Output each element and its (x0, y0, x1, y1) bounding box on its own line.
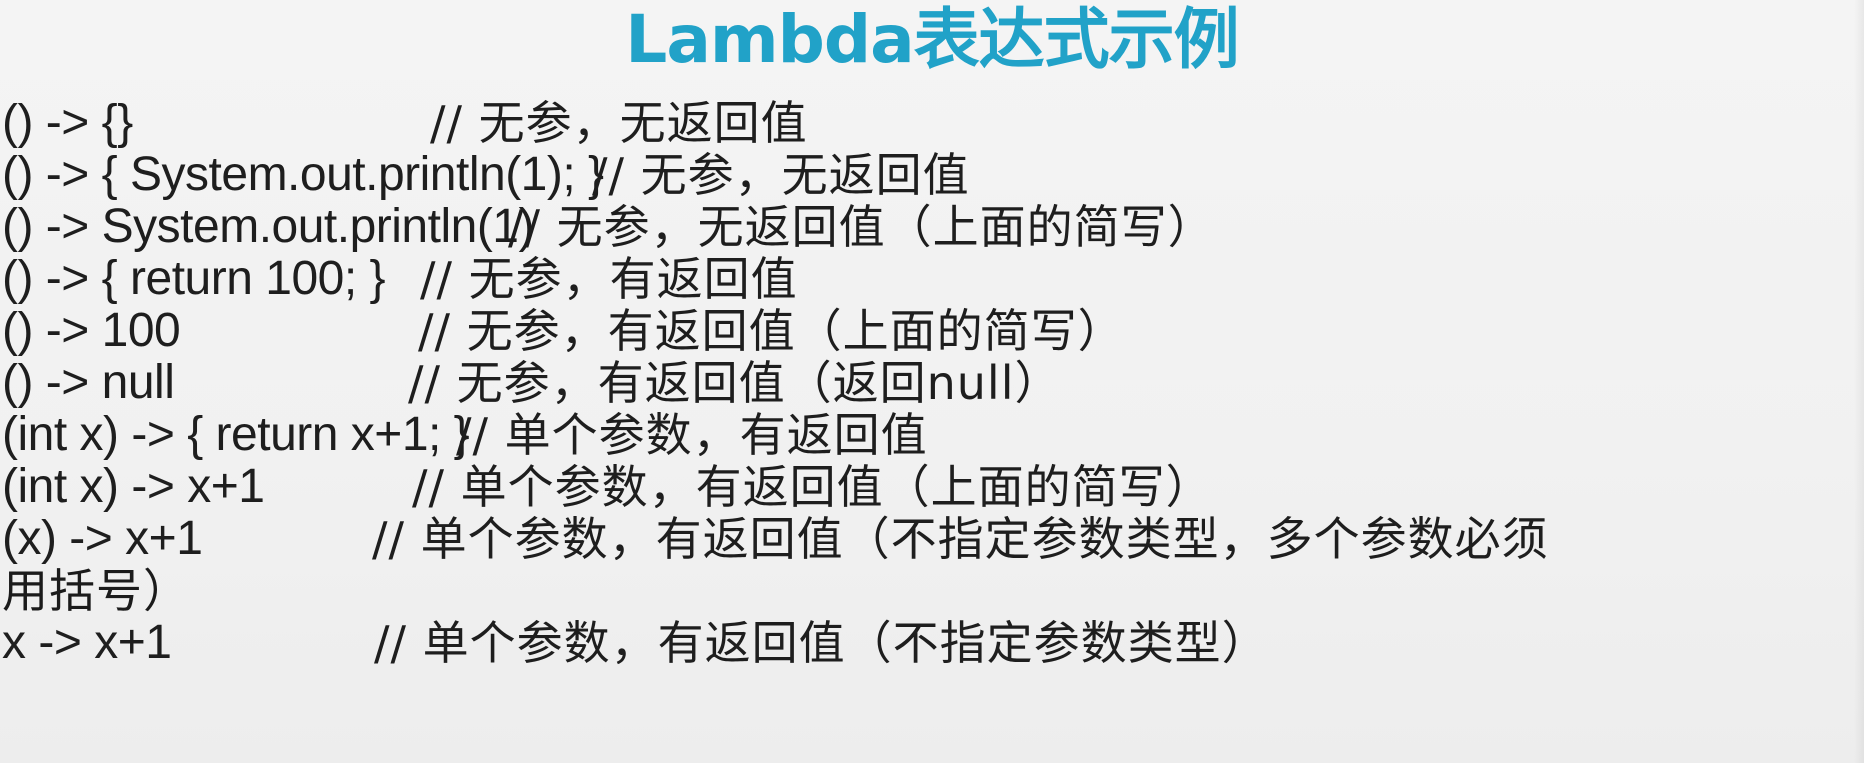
slide-edge-shade (1854, 0, 1864, 763)
example-comment: // 单个参数，有返回值（不指定参数类型） (374, 616, 1269, 670)
example-code: x -> x+1 (2, 616, 172, 669)
example-list: () -> {} // 无参，无返回值 () -> { System.out.p… (2, 92, 1862, 757)
example-comment: // 单个参数，有返回值（不指定参数类型，多个参数必须 (372, 512, 1549, 566)
slide-title: Lambda表达式示例 (625, 1, 1239, 78)
slide: Lambda表达式示例 () -> {} // 无参，无返回值 () -> { … (0, 0, 1864, 763)
